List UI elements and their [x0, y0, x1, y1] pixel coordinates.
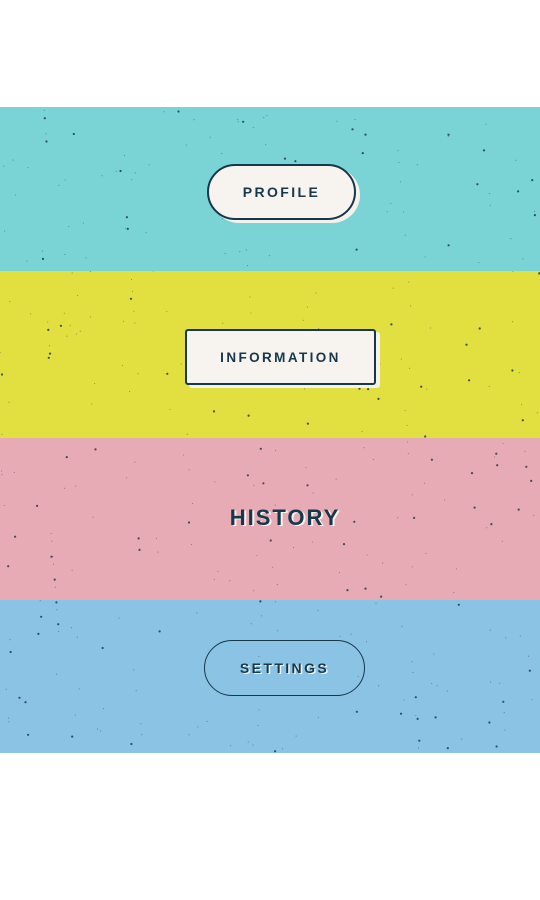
menu-band-history: HISTORY — [0, 438, 540, 600]
history-button[interactable]: HISTORY — [200, 496, 370, 540]
information-button[interactable]: INFORMATION — [185, 329, 376, 385]
settings-button[interactable]: SETTINGS — [204, 640, 365, 696]
menu-band-settings: SETTINGS — [0, 600, 540, 753]
menu-band-profile: PROFILE — [0, 107, 540, 271]
profile-button[interactable]: PROFILE — [207, 164, 356, 220]
menu-band-information: INFORMATION — [0, 271, 540, 438]
